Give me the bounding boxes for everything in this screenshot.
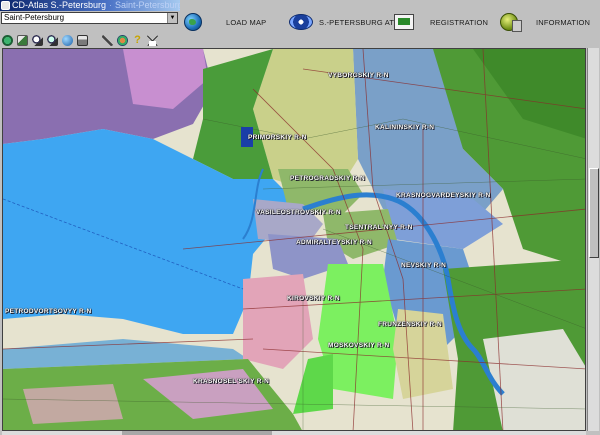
vertical-scrollbar[interactable] [587, 48, 599, 431]
district-label-primorsky[interactable]: PRIMORSKIY R-N [248, 134, 307, 141]
title-separator: · [109, 0, 113, 10]
atlas-button[interactable]: S.-PETERSBURG ATLAS [289, 11, 409, 33]
registration-button[interactable]: REGISTRATION [394, 11, 488, 33]
globe-icon [184, 13, 202, 31]
world-view-icon[interactable] [62, 35, 73, 46]
zoom-out-icon[interactable] [47, 35, 58, 46]
undo-icon[interactable] [17, 35, 28, 46]
window-title: CD-Atlas S.-Petersburg [12, 0, 107, 10]
district-label-kalininsky[interactable]: KALININSKIY R-N [375, 124, 434, 131]
horizontal-scroll-thumb[interactable] [122, 431, 272, 435]
window-title-bar[interactable]: CD-Atlas S.-Petersburg · Saint-Petersburg [0, 0, 180, 11]
vertical-scroll-thumb[interactable] [589, 168, 599, 258]
district-label-krasnoselsky[interactable]: KRASNOSEL'SKIY R-N [193, 378, 269, 385]
information-label: INFORMATION [536, 17, 591, 27]
registration-label: REGISTRATION [430, 17, 489, 27]
city-select[interactable]: Saint-Petersburg ▼ [1, 12, 178, 24]
information-icon [500, 13, 522, 32]
information-button[interactable]: INFORMATION [500, 11, 590, 33]
layers-icon[interactable] [117, 35, 128, 46]
district-label-frunzensky[interactable]: FRUNZENSKIY R-N [378, 321, 442, 328]
zoom-in-icon[interactable] [32, 35, 43, 46]
district-label-vasileostrovsky[interactable]: VASILEOSTROVSKIY R-N [256, 209, 341, 216]
district-label-petrodvortsovy[interactable]: PETRODVORTSOVYY R-N [5, 308, 91, 315]
load-map-button[interactable]: LOAD MAP [184, 11, 266, 33]
window-subtitle: Saint-Petersburg [115, 0, 180, 10]
back-icon[interactable] [2, 35, 13, 46]
district-label-vyborgsky[interactable]: VYBORGSKIY R-N [328, 72, 389, 79]
map-canvas [3, 49, 585, 430]
district-label-moskovsky[interactable]: MOSKOVSKIY R-N [328, 342, 390, 349]
district-label-petrogradsky[interactable]: PETROGRADSKIY R-N [290, 175, 365, 182]
measure-icon[interactable] [102, 35, 113, 46]
app-icon [1, 1, 10, 10]
district-label-kirovsky[interactable]: KIROVSKIY R-N [287, 295, 340, 302]
district-label-tsentralny[interactable]: TSENTRAL'NYY R-N [345, 224, 413, 231]
district-label-nevsky[interactable]: NEVSKIY R-N [401, 262, 446, 269]
registration-icon [394, 14, 414, 30]
map-toolbar: ? [0, 34, 600, 47]
print-icon[interactable] [77, 35, 88, 46]
cd-disc-icon [289, 14, 313, 30]
help-icon[interactable]: ? [132, 35, 143, 46]
city-select-value: Saint-Petersburg [4, 13, 65, 22]
district-label-admiralteisky[interactable]: ADMIRALTEYSKIY R-N [296, 239, 372, 246]
load-map-label: LOAD MAP [226, 17, 267, 27]
chevron-down-icon[interactable]: ▼ [167, 13, 177, 23]
district-label-krasnogvardeisky[interactable]: KRASNOGVARDEYSKIY R-N [396, 192, 491, 199]
home-icon[interactable] [147, 35, 158, 46]
map-view[interactable]: VYBORGSKIY R-N KALININSKIY R-N PRIMORSKI… [2, 48, 586, 431]
horizontal-scrollbar[interactable] [2, 431, 586, 435]
